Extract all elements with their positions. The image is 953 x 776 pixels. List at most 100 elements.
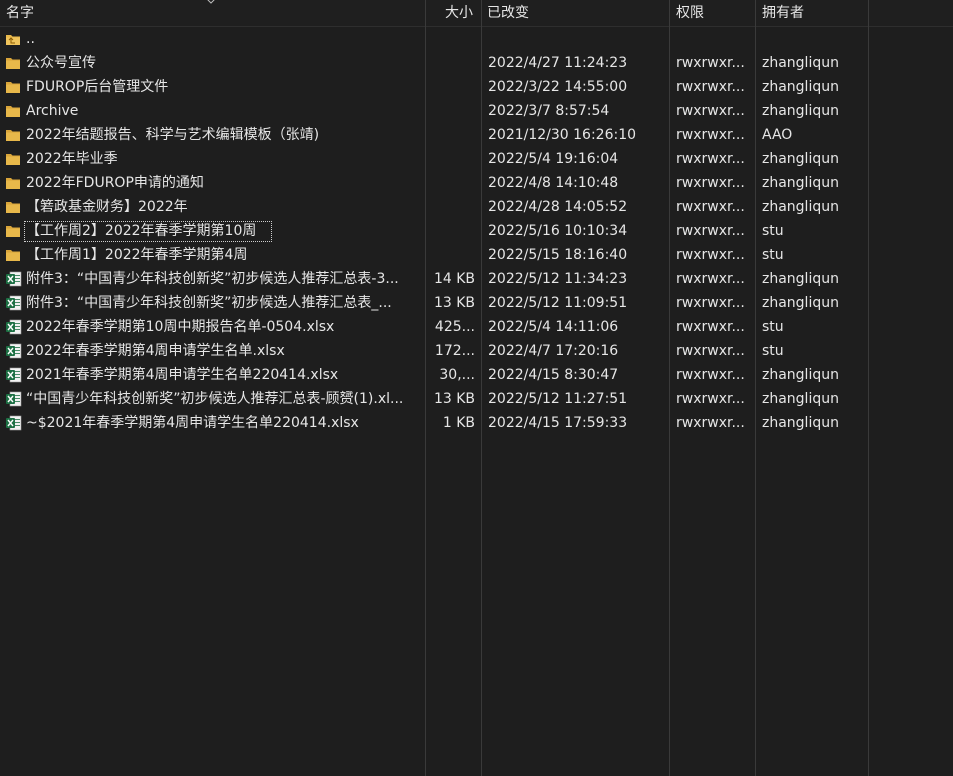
file-row[interactable]: 【箬政基金财务】2022年 2022/4/28 14:05:52 rwxrwxr..… bbox=[0, 195, 869, 219]
file-size bbox=[428, 123, 475, 147]
file-owner: zhangliqun bbox=[762, 55, 839, 71]
file-owner: zhangliqun bbox=[762, 367, 839, 383]
column-header: 名字 大小 已改变 权限 拥有者 bbox=[0, 0, 953, 27]
column-header-modified[interactable]: 已改变 bbox=[487, 0, 529, 26]
file-row[interactable]: 2021年春季学期第4周申请学生名单220414.xlsx 30,... 2022/… bbox=[0, 363, 869, 387]
file-modified: 2022/5/4 14:11:06 bbox=[488, 319, 619, 335]
column-header-owner-label: 拥有者 bbox=[762, 5, 804, 21]
file-size: 14 KB bbox=[433, 271, 475, 287]
file-permissions: rwxrwxr... bbox=[676, 223, 745, 239]
file-name: 【工作周2】2022年春季学期第10周 bbox=[26, 223, 257, 239]
file-modified: 2022/4/27 11:24:23 bbox=[488, 55, 628, 71]
file-permissions: rwxrwxr... bbox=[676, 415, 745, 431]
file-owner: zhangliqun bbox=[762, 175, 839, 191]
file-permissions: rwxrwxr... bbox=[676, 367, 745, 383]
file-owner: zhangliqun bbox=[762, 199, 839, 215]
file-row[interactable]: 附件3：“中国青少年科技创新奖”初步候选人推荐汇总表_... 13 KB 2022/… bbox=[0, 291, 869, 315]
file-row[interactable]: FDUROP后台管理文件 2022/3/22 14:55:00 rwxrwxr...… bbox=[0, 75, 869, 99]
file-modified: 2022/5/4 19:16:04 bbox=[488, 151, 619, 167]
file-row[interactable]: 2022年春季学期第4周申请学生名单.xlsx 172... 2022/4/7 17… bbox=[0, 339, 869, 363]
excel-file-icon bbox=[5, 391, 22, 407]
folder-icon bbox=[5, 175, 22, 191]
file-name: ~$2021年春季学期第4周申请学生名单220414.xlsx bbox=[26, 415, 359, 431]
file-permissions: rwxrwxr... bbox=[676, 151, 745, 167]
file-name: 2022年春季学期第4周申请学生名单.xlsx bbox=[26, 343, 285, 359]
file-modified: 2022/4/8 14:10:48 bbox=[488, 175, 619, 191]
file-owner: stu bbox=[762, 247, 784, 263]
file-modified: 2022/4/28 14:05:52 bbox=[488, 199, 628, 215]
excel-file-icon bbox=[5, 295, 22, 311]
file-permissions: rwxrwxr... bbox=[676, 295, 745, 311]
excel-file-icon bbox=[5, 367, 22, 383]
file-size bbox=[428, 147, 475, 171]
file-row[interactable]: “中国青少年科技创新奖”初步候选人推荐汇总表-顾赟(1).xl... 13 KB 2… bbox=[0, 387, 869, 411]
file-owner: zhangliqun bbox=[762, 295, 839, 311]
file-owner: zhangliqun bbox=[762, 271, 839, 287]
file-modified: 2022/4/15 17:59:33 bbox=[488, 415, 628, 431]
file-permissions: rwxrwxr... bbox=[676, 55, 745, 71]
file-modified: 2022/5/15 18:16:40 bbox=[488, 247, 628, 263]
file-owner: stu bbox=[762, 343, 784, 359]
file-owner: zhangliqun bbox=[762, 103, 839, 119]
file-size bbox=[428, 219, 475, 243]
file-name: 附件3：“中国青少年科技创新奖”初步候选人推荐汇总表_... bbox=[26, 295, 392, 311]
excel-file-icon bbox=[5, 343, 22, 359]
file-modified: 2022/5/12 11:34:23 bbox=[488, 271, 628, 287]
file-name: 【箬政基金财务】2022年 bbox=[26, 199, 188, 215]
file-owner: zhangliqun bbox=[762, 151, 839, 167]
file-modified: 2022/5/16 10:10:34 bbox=[488, 223, 628, 239]
file-name: FDUROP后台管理文件 bbox=[26, 79, 169, 95]
file-modified: 2022/3/7 8:57:54 bbox=[488, 103, 610, 119]
file-permissions: rwxrwxr... bbox=[676, 319, 745, 335]
file-name: .. bbox=[26, 31, 35, 47]
file-owner: AAO bbox=[762, 127, 793, 143]
file-size bbox=[428, 171, 475, 195]
column-header-modified-label: 已改变 bbox=[487, 5, 529, 21]
file-row[interactable]: 2022年FDUROP申请的通知 2022/4/8 14:10:48 rwxrwxr… bbox=[0, 171, 869, 195]
file-name: 公众号宣传 bbox=[26, 55, 96, 71]
parent-folder-icon bbox=[5, 31, 22, 47]
file-permissions bbox=[676, 27, 748, 51]
column-header-owner[interactable]: 拥有者 bbox=[762, 0, 804, 26]
file-row[interactable]: 2022年毕业季 2022/5/4 19:16:04 rwxrwxr... zhang… bbox=[0, 147, 869, 171]
file-name: 2021年春季学期第4周申请学生名单220414.xlsx bbox=[26, 367, 339, 383]
file-size bbox=[428, 75, 475, 99]
file-row[interactable]: 公众号宣传 2022/4/27 11:24:23 rwxrwxr... zhangli… bbox=[0, 51, 869, 75]
file-row[interactable]: Archive 2022/3/7 8:57:54 rwxrwxr... zhangli… bbox=[0, 99, 869, 123]
file-row[interactable]: 2022年结题报告、科学与艺术编辑模板（张靖) 2021/12/30 16:26:… bbox=[0, 123, 869, 147]
file-row[interactable]: 【工作周2】2022年春季学期第10周 2022/5/16 10:10:34 rwx… bbox=[0, 219, 869, 243]
file-modified: 2022/5/12 11:27:51 bbox=[488, 391, 628, 407]
folder-icon bbox=[5, 79, 22, 95]
file-size bbox=[428, 195, 475, 219]
file-owner: stu bbox=[762, 319, 784, 335]
column-header-permissions[interactable]: 权限 bbox=[676, 0, 704, 26]
file-name: 2022年毕业季 bbox=[26, 151, 118, 167]
file-permissions: rwxrwxr... bbox=[676, 127, 745, 143]
file-permissions: rwxrwxr... bbox=[676, 271, 745, 287]
folder-icon bbox=[5, 127, 22, 143]
file-row[interactable]: ~$2021年春季学期第4周申请学生名单220414.xlsx 1 KB 2022/… bbox=[0, 411, 869, 435]
excel-file-icon bbox=[5, 415, 22, 431]
file-permissions: rwxrwxr... bbox=[676, 175, 745, 191]
sort-descending-icon bbox=[207, 0, 215, 4]
column-header-size[interactable]: 大小 bbox=[445, 0, 473, 26]
excel-file-icon bbox=[5, 319, 22, 335]
file-permissions: rwxrwxr... bbox=[676, 103, 745, 119]
file-row[interactable]: 附件3：“中国青少年科技创新奖”初步候选人推荐汇总表-3... 14 KB 2022… bbox=[0, 267, 869, 291]
column-header-size-label: 大小 bbox=[445, 5, 473, 21]
file-permissions: rwxrwxr... bbox=[676, 79, 745, 95]
file-owner bbox=[762, 27, 866, 51]
file-size bbox=[428, 243, 475, 267]
file-name: 2022年春季学期第10周中期报告名单-0504.xlsx bbox=[26, 319, 335, 335]
file-name: Archive bbox=[26, 103, 79, 119]
file-row[interactable]: 2022年春季学期第10周中期报告名单-0504.xlsx 425... 2022/… bbox=[0, 315, 869, 339]
file-size: 30,... bbox=[439, 367, 475, 383]
file-permissions: rwxrwxr... bbox=[676, 391, 745, 407]
file-row[interactable]: .. bbox=[0, 27, 869, 51]
file-row[interactable]: 【工作周1】2022年春季学期第4周 2022/5/15 18:16:40 rwxr… bbox=[0, 243, 869, 267]
file-modified: 2022/5/12 11:09:51 bbox=[488, 295, 628, 311]
file-permissions: rwxrwxr... bbox=[676, 247, 745, 263]
file-owner: zhangliqun bbox=[762, 391, 839, 407]
file-owner: stu bbox=[762, 223, 784, 239]
column-header-name[interactable]: 名字 bbox=[6, 0, 34, 26]
